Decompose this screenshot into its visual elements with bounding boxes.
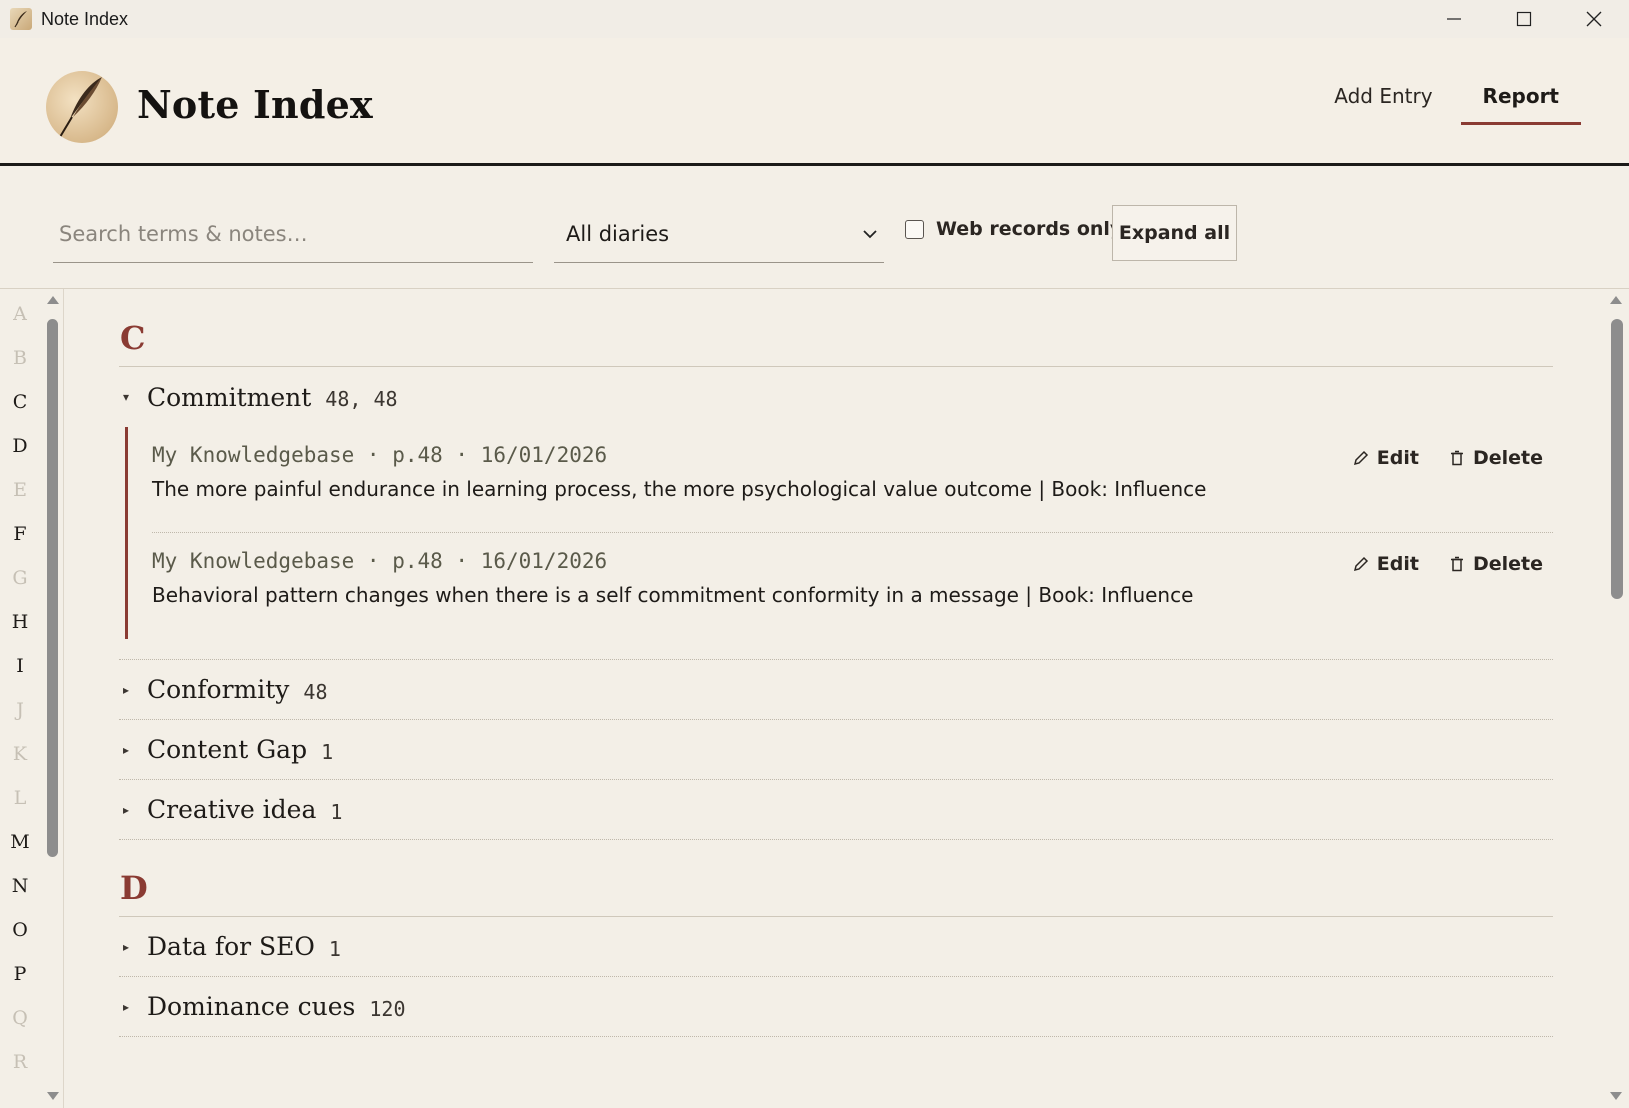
term-pages: 48, 48 [325, 387, 398, 411]
app-header: Note Index Add Entry Report [0, 38, 1629, 166]
pencil-icon [1353, 556, 1368, 572]
delete-button[interactable]: Delete [1449, 447, 1543, 469]
window-title: Note Index [41, 8, 129, 29]
caret-right-icon[interactable]: ▸ [119, 803, 147, 817]
nav-add-entry[interactable]: Add Entry [1334, 84, 1432, 125]
index-content: C ▾ Commitment 48, 48 My Knowledgebase ·… [64, 289, 1604, 1108]
trash-icon [1450, 556, 1463, 572]
alpha-letter-l: L [13, 787, 27, 809]
minimize-button[interactable] [1419, 0, 1489, 38]
term-conformity[interactable]: ▸ Conformity 48 [119, 660, 1553, 720]
scroll-up-icon[interactable] [46, 295, 60, 305]
edit-label: Edit [1376, 553, 1419, 575]
edit-button[interactable]: Edit [1353, 447, 1419, 469]
alpha-letter-f[interactable]: F [0, 523, 40, 545]
term-name: Content Gap [147, 735, 308, 764]
entry-note: The more painful endurance in learning p… [152, 477, 1207, 501]
term-data-for-seo[interactable]: ▸ Data for SEO 1 [119, 917, 1553, 977]
entry-note: Behavioral pattern changes when there is… [152, 583, 1194, 607]
alpha-letter-n[interactable]: N [0, 875, 40, 897]
alpha-letter-q: Q [12, 1007, 28, 1029]
term-name: Dominance cues [147, 992, 356, 1021]
content-scrollbar[interactable] [1604, 289, 1629, 1108]
alpha-letter-p[interactable]: P [0, 963, 40, 985]
scroll-down-icon[interactable] [46, 1091, 60, 1101]
trash-icon [1450, 450, 1463, 466]
filter-toolbar: All diaries Web records only Expand all [0, 166, 1629, 289]
entry-list: My Knowledgebase · p.48 · 16/01/2026 The… [125, 427, 1553, 639]
brand-title: Note Index [137, 82, 373, 127]
content-scroll-thumb[interactable] [1611, 319, 1623, 599]
title-bar: Note Index [0, 0, 1629, 38]
expand-all-button[interactable]: Expand all [1112, 205, 1237, 261]
term-name: Commitment [147, 382, 312, 412]
edit-button[interactable]: Edit [1353, 553, 1419, 575]
term-pages: 1 [330, 799, 343, 824]
scroll-down-icon[interactable] [1609, 1091, 1623, 1101]
edit-label: Edit [1376, 447, 1419, 469]
maximize-icon [1516, 11, 1532, 27]
main-nav: Add Entry Report [1306, 84, 1581, 125]
chevron-down-icon [863, 230, 877, 239]
alpha-letter-h[interactable]: H [0, 611, 40, 633]
alpha-letter-i[interactable]: I [0, 655, 40, 677]
alphabet-scrollbar[interactable] [42, 289, 64, 1108]
scroll-up-icon[interactable] [1609, 295, 1623, 305]
close-icon [1586, 11, 1602, 27]
maximize-button[interactable] [1489, 0, 1559, 38]
web-only-checkbox[interactable] [905, 219, 924, 239]
term-pages: 120 [369, 996, 406, 1021]
section-letter: D [119, 859, 1553, 917]
caret-right-icon[interactable]: ▸ [119, 743, 147, 757]
term-name: Creative idea [147, 795, 317, 824]
alpha-letter-c[interactable]: C [0, 391, 40, 413]
alpha-letter-j: J [16, 699, 24, 721]
caret-right-icon[interactable]: ▸ [119, 1000, 147, 1014]
diary-select-value: All diaries [566, 222, 670, 246]
alpha-letter-a: A [13, 303, 27, 325]
nav-report[interactable]: Report [1460, 84, 1581, 125]
alphabet-scroll-thumb[interactable] [47, 319, 58, 857]
alpha-letter-k: K [12, 743, 28, 765]
diary-select[interactable]: All diaries [554, 206, 884, 263]
alpha-letter-g: G [12, 567, 28, 589]
alpha-letter-o[interactable]: O [0, 919, 40, 941]
alpha-letter-b: B [13, 347, 27, 369]
pencil-icon [1353, 450, 1368, 466]
caret-down-icon[interactable]: ▾ [119, 390, 147, 404]
term-content-gap[interactable]: ▸ Content Gap 1 [119, 720, 1553, 780]
term-creative-idea[interactable]: ▸ Creative idea 1 [119, 780, 1553, 840]
feather-app-icon [10, 8, 32, 30]
caret-right-icon[interactable]: ▸ [119, 683, 147, 697]
entry-item: My Knowledgebase · p.48 · 16/01/2026 The… [152, 427, 1553, 533]
close-button[interactable] [1559, 0, 1629, 38]
alpha-letter-e: E [13, 479, 27, 501]
term-name: Conformity [147, 675, 290, 704]
term-name: Data for SEO [147, 932, 315, 961]
search-input[interactable] [53, 206, 533, 263]
term-pages: 48 [303, 679, 328, 704]
section-d: D ▸ Data for SEO 1 ▸ Dominance cues 120 [119, 859, 1553, 1037]
section-c: C ▾ Commitment 48, 48 My Knowledgebase ·… [119, 309, 1553, 840]
minimize-icon [1447, 18, 1461, 20]
caret-right-icon[interactable]: ▸ [119, 940, 147, 954]
alphabet-rail: A B C D E F G H I J K L M N O P Q R [0, 289, 40, 1108]
term-pages: 1 [321, 739, 334, 764]
quill-logo-icon [46, 71, 118, 143]
delete-label: Delete [1472, 553, 1543, 575]
alpha-letter-d[interactable]: D [0, 435, 40, 457]
alpha-letter-m[interactable]: M [0, 831, 40, 853]
alpha-letter-r: R [12, 1051, 28, 1073]
entry-item: My Knowledgebase · p.48 · 16/01/2026 Beh… [152, 533, 1553, 639]
term-dominance-cues[interactable]: ▸ Dominance cues 120 [119, 977, 1553, 1037]
delete-button[interactable]: Delete [1449, 553, 1543, 575]
section-letter: C [119, 309, 1553, 367]
term-header[interactable]: ▾ Commitment 48, 48 [119, 367, 1553, 427]
delete-label: Delete [1472, 447, 1543, 469]
term-pages: 1 [328, 936, 341, 961]
term-commitment: ▾ Commitment 48, 48 My Knowledgebase · p… [119, 367, 1553, 660]
web-only-label: Web records only [936, 218, 1123, 240]
web-only-filter[interactable]: Web records only [905, 218, 1122, 240]
